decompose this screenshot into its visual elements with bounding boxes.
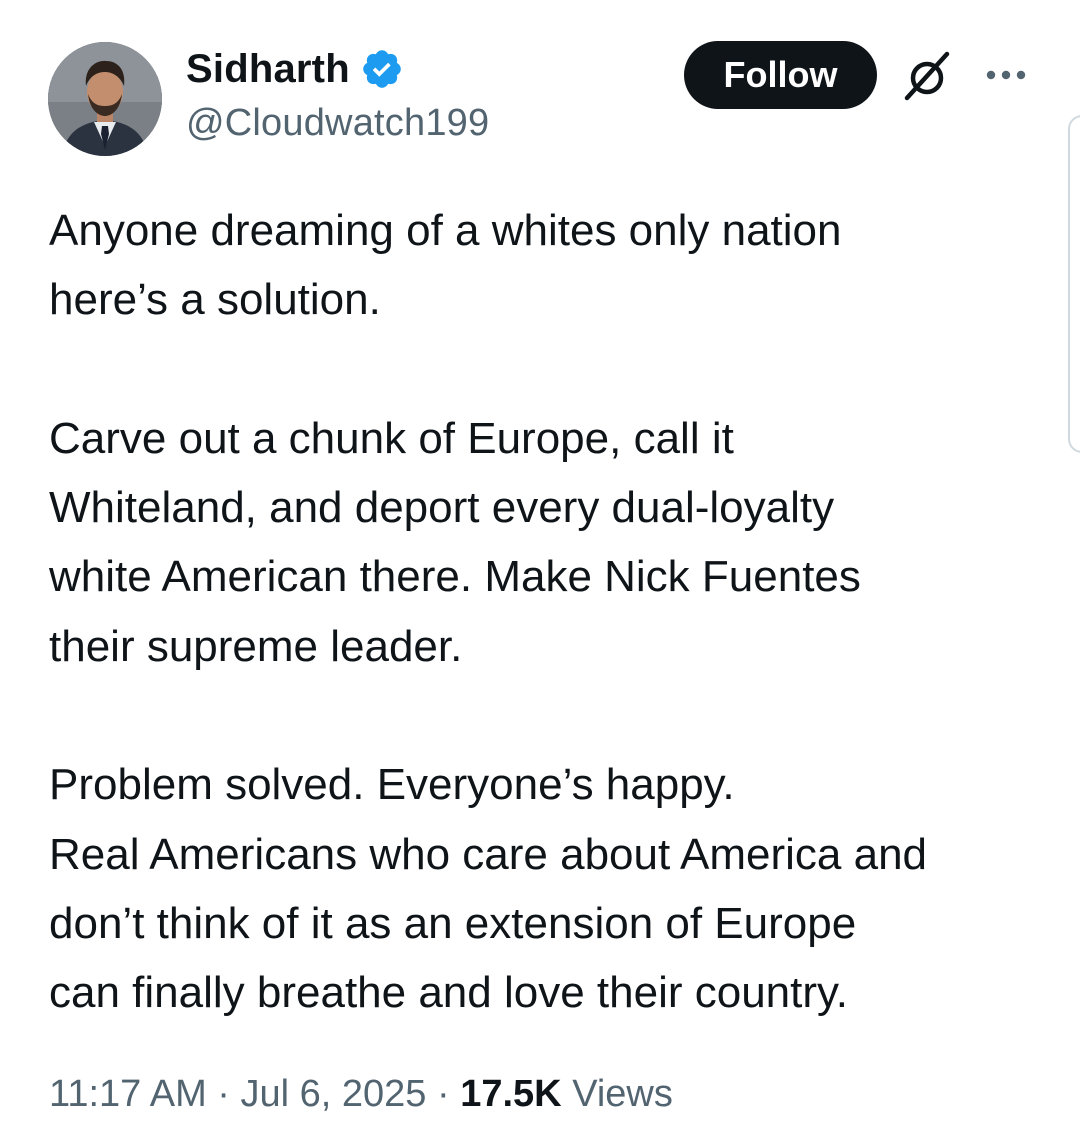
meta-separator: · xyxy=(206,1073,241,1115)
meta-separator: · xyxy=(426,1073,461,1115)
views-label: Views xyxy=(572,1073,673,1115)
tweet-text-line: Anyone dreaming of a whites only nation xyxy=(49,206,842,255)
avatar[interactable] xyxy=(48,42,162,156)
paragraph-break xyxy=(49,335,1049,404)
follow-button[interactable]: Follow xyxy=(684,41,877,109)
display-name[interactable]: Sidharth xyxy=(186,47,350,92)
tweet: Sidharth @Cloudwatch199 Follow Anyone dr… xyxy=(0,0,1080,1147)
tweet-text-line: white American there. Make Nick Fuentes xyxy=(49,552,861,602)
tweet-meta: 11:17 AM · Jul 6, 2025 · 17.5K Views xyxy=(49,1073,673,1116)
tweet-date[interactable]: Jul 6, 2025 xyxy=(241,1073,427,1115)
more-options-icon[interactable] xyxy=(984,60,1028,90)
author-name-row: Sidharth xyxy=(186,42,404,96)
tweet-text-line: their supreme leader. xyxy=(49,621,463,671)
tweet-text-line: Problem solved. Everyone’s happy. xyxy=(49,760,735,810)
tweet-text-line: can finally breathe and love their count… xyxy=(49,968,848,1018)
tweet-text: Anyone dreaming of a whites only nation … xyxy=(49,196,1049,1028)
tweet-text-line: Whiteland, and deport every dual-loyalty xyxy=(49,483,835,533)
profile-photo-icon xyxy=(48,42,162,156)
scrollbar-edge[interactable] xyxy=(1068,115,1080,453)
verified-badge-icon[interactable] xyxy=(360,47,404,91)
views-count: 17.5K xyxy=(460,1073,562,1115)
tweet-time[interactable]: 11:17 AM xyxy=(49,1073,207,1115)
tweet-text-line: Real Americans who care about America an… xyxy=(49,829,928,879)
tweet-text-line: don’t think of it as an extension of Eur… xyxy=(49,898,857,948)
paragraph-break xyxy=(49,681,1049,750)
grok-icon[interactable] xyxy=(901,50,953,102)
author-handle[interactable]: @Cloudwatch199 xyxy=(186,102,489,145)
tweet-text-line: here’s a solution. xyxy=(49,275,381,325)
tweet-text-line: Carve out a chunk of Europe, call it xyxy=(49,413,734,463)
